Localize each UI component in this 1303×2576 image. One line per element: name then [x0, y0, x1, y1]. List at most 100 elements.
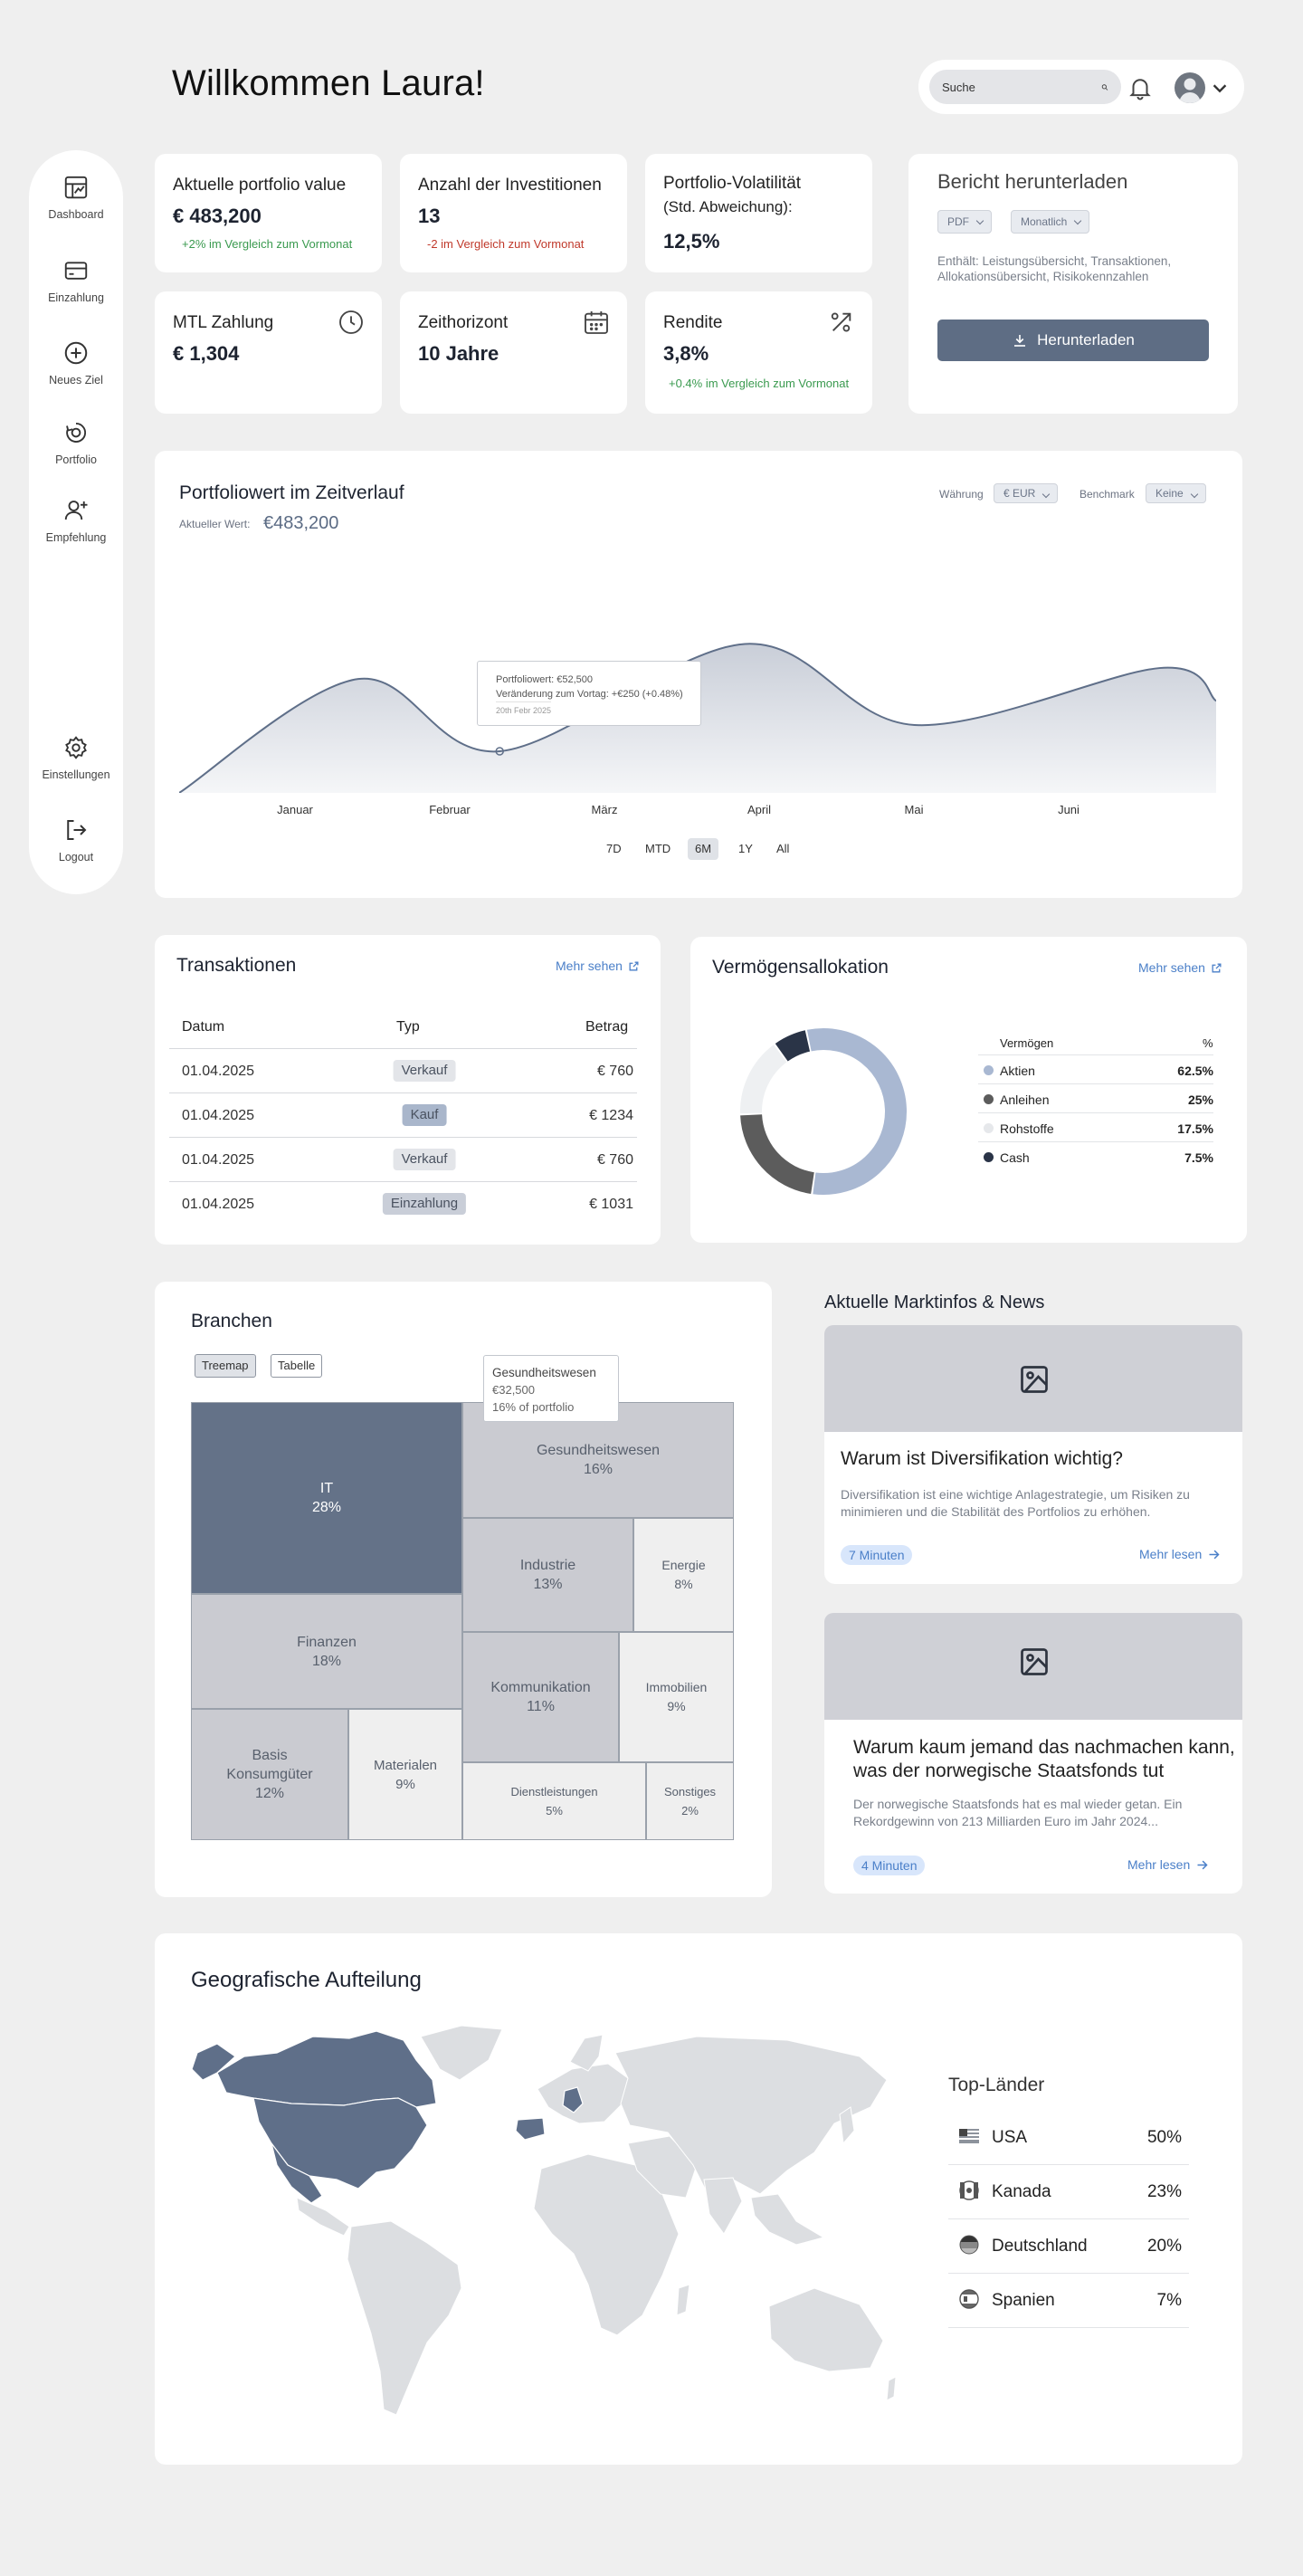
benchmark-select[interactable]: Keine [1146, 483, 1206, 503]
treemap-tile-dienstleistungen[interactable]: Dienstleistungen 5% [462, 1762, 646, 1840]
view-treemap-toggle[interactable]: Treemap [195, 1354, 256, 1378]
table-row[interactable]: 01.04.2025 Einzahlung € 1031 [169, 1181, 637, 1226]
treemap-tile-materialen[interactable]: Materialen 9% [348, 1709, 462, 1840]
transactions-more-link[interactable]: Mehr sehen [556, 959, 640, 973]
tile-pct: 8% [674, 1577, 693, 1591]
sidebar-item-label: Portfolio [55, 453, 97, 466]
country-row[interactable]: USA 50% [948, 2111, 1189, 2165]
sidebar-item-label: Logout [58, 851, 94, 863]
logout-button[interactable]: Logout [29, 816, 123, 865]
view-table-toggle[interactable]: Tabelle [271, 1354, 323, 1378]
search-input[interactable] [942, 80, 1101, 94]
range-all[interactable]: All [769, 838, 796, 860]
allocation-card: Vermögensallokation Mehr sehen Vermögen … [690, 937, 1247, 1243]
treemap-tile-it[interactable]: IT 28% [191, 1402, 462, 1594]
country-pct: 50% [1146, 2128, 1182, 2147]
range-1y[interactable]: 1Y [731, 838, 760, 860]
read-more-label: Mehr lesen [1139, 1547, 1203, 1561]
allocation-row[interactable]: Aktien 62.5% [978, 1054, 1213, 1083]
legend-pct: 62.5% [1177, 1064, 1213, 1078]
x-tick-label: Juni [1058, 803, 1079, 816]
allocation-col-pct: % [1203, 1036, 1213, 1050]
kpi-subtitle: (Std. Abweichung): [663, 198, 793, 215]
tile-pct: 9% [667, 1699, 686, 1713]
chevron-down-icon[interactable] [1210, 78, 1230, 98]
kpi-delta: +0.4% im Vergleich zum Vormonat [669, 377, 850, 390]
search-box[interactable] [929, 70, 1121, 104]
treemap-tile-basis-konsumgueter[interactable]: Basis Konsumgüter 12% [191, 1709, 348, 1840]
top-countries-title: Top-Länder [948, 2075, 1045, 2095]
row-amount: € 760 [596, 1064, 633, 1079]
news-title: Aktuelle Marktinfos & News [824, 1293, 1045, 1312]
country-row[interactable]: Kanada 23% [948, 2165, 1189, 2219]
treemap-tile-kommunikation[interactable]: Kommunikation 11% [462, 1632, 619, 1762]
format-select[interactable]: PDF [937, 210, 992, 234]
tooltip-share: 16% of portfolio [492, 1400, 575, 1414]
read-more-link[interactable]: Mehr lesen [1139, 1547, 1221, 1561]
treemap-tile-immobilien[interactable]: Immobilien 9% [619, 1632, 734, 1762]
donut-slice-rohstoffe[interactable] [740, 1045, 787, 1114]
range-6m[interactable]: 6M [688, 838, 719, 860]
legend-pct: 7.5% [1184, 1150, 1213, 1165]
news-excerpt: Diversifikation ist eine wichtige Anlage… [841, 1487, 1190, 1519]
legend-swatch [984, 1065, 994, 1075]
bell-icon[interactable] [1127, 74, 1154, 101]
news-card[interactable]: Warum kaum jemand das nachmachen kann, w… [824, 1613, 1242, 1894]
image-icon [1021, 1366, 1048, 1393]
sidebar-item-empfehlung[interactable]: Empfehlung [29, 497, 123, 546]
legend-swatch [984, 1152, 994, 1162]
avatar[interactable] [1175, 72, 1205, 103]
portfolio-icon [66, 423, 87, 443]
treemap-tile-energie[interactable]: Energie 8% [633, 1518, 734, 1632]
tile-pct: 18% [311, 1653, 342, 1669]
tile-name: Energie [661, 1558, 706, 1572]
allocation-row[interactable]: Rohstoffe 17.5% [978, 1112, 1213, 1141]
kpi-value: 10 Jahre [418, 342, 499, 365]
donut-slice-cash[interactable] [775, 1030, 811, 1062]
search-icon[interactable] [1101, 80, 1108, 95]
kpi-title: Anzahl der Investitionen [418, 176, 602, 195]
page-title: Willkommen Laura! [172, 63, 485, 103]
range-7d[interactable]: 7D [599, 838, 629, 860]
period-select[interactable]: Monatlich [1011, 210, 1090, 234]
kpi-value: 3,8% [663, 342, 709, 365]
allocation-row[interactable]: Anleihen 25% [978, 1083, 1213, 1112]
chart-tooltip: Portfoliowert: €52,500 Veränderung zum V… [477, 661, 701, 726]
arrow-right-icon [1209, 1550, 1220, 1559]
tile-pct: 9% [395, 1776, 415, 1792]
download-button[interactable]: Herunterladen [937, 320, 1209, 361]
sidebar-item-einzahlung[interactable]: Einzahlung [29, 257, 123, 306]
table-row[interactable]: 01.04.2025 Verkauf € 760 [169, 1048, 637, 1092]
map-madagascar [676, 2284, 690, 2316]
allocation-more-link[interactable]: Mehr sehen [1138, 960, 1222, 975]
sidebar-item-einstellungen[interactable]: Einstellungen [29, 734, 123, 783]
country-row[interactable]: Spanien 7% [948, 2274, 1189, 2328]
report-title: Bericht herunterladen [937, 170, 1128, 193]
range-mtd[interactable]: MTD [638, 838, 678, 860]
news-excerpt: Der norwegische Staatsfonds hat es mal w… [853, 1797, 1183, 1828]
current-value-label: Aktueller Wert: [179, 518, 251, 530]
sidebar-item-portfolio[interactable]: Portfolio [29, 419, 123, 468]
percent-trend-icon [831, 312, 851, 332]
sidebar-item-dashboard[interactable]: Dashboard [29, 174, 123, 223]
read-more-label: Mehr lesen [1127, 1857, 1191, 1872]
read-more-link[interactable]: Mehr lesen [1127, 1857, 1209, 1872]
donut-slice-anleihen[interactable] [740, 1113, 815, 1194]
row-date: 01.04.2025 [182, 1108, 255, 1123]
allocation-row[interactable]: Cash 7.5% [978, 1141, 1213, 1170]
treemap-tile-sonstiges[interactable]: Sonstiges 2% [646, 1762, 734, 1840]
treemap-tile-industrie[interactable]: Industrie 13% [462, 1518, 633, 1632]
news-headline[interactable]: Warum ist Diversifikation wichtig? [841, 1448, 1230, 1470]
kpi-value: 12,5% [663, 230, 720, 253]
news-card[interactable]: Warum ist Diversifikation wichtig? Diver… [824, 1325, 1242, 1584]
table-row[interactable]: 01.04.2025 Kauf € 1234 [169, 1092, 637, 1137]
table-row[interactable]: 01.04.2025 Verkauf € 760 [169, 1137, 637, 1181]
donut-slice-aktien[interactable] [806, 1028, 907, 1195]
sidebar-item-neues-ziel[interactable]: Neues Ziel [29, 339, 123, 388]
tooltip-name: Gesundheitswesen [492, 1366, 596, 1379]
country-row[interactable]: Deutschland 20% [948, 2219, 1189, 2274]
news-headline[interactable]: Warum kaum jemand das nachmachen kann, w… [853, 1736, 1237, 1783]
treemap-tile-finanzen[interactable]: Finanzen 18% [191, 1594, 462, 1709]
currency-select[interactable]: € EUR [994, 483, 1059, 503]
kpi-title: Rendite [663, 313, 723, 332]
